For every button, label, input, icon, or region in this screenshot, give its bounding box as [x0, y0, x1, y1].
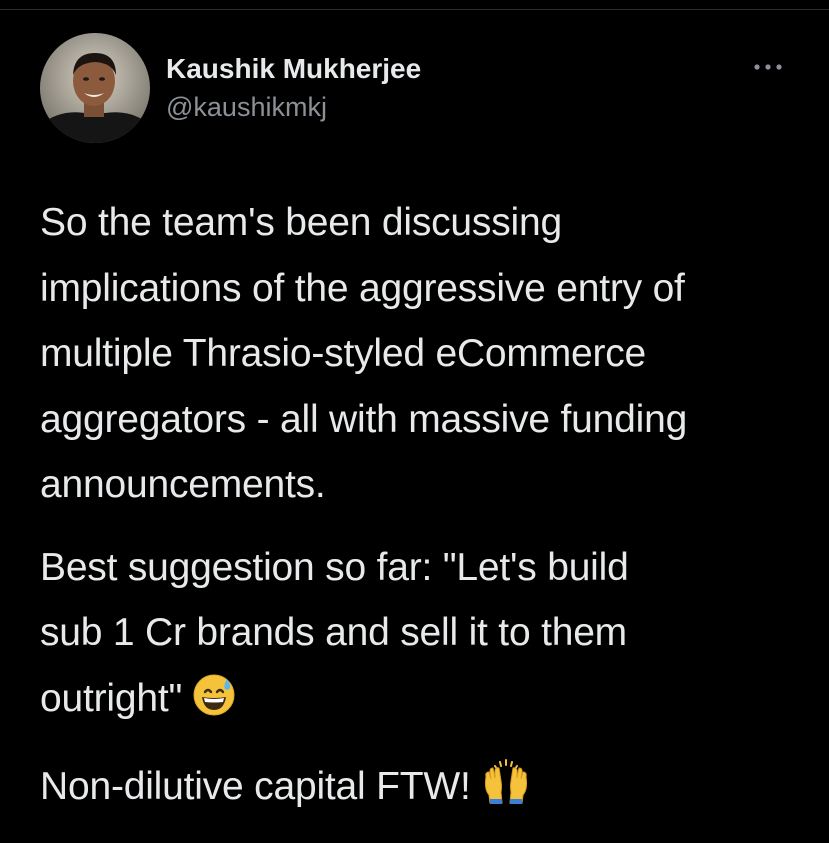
text-line: Non-dilutive capital FTW!: [40, 765, 471, 808]
text-line: announcements.: [40, 463, 326, 506]
tweet-text: So the team's been discussing implicatio…: [40, 190, 800, 826]
text-line: aggregators - all with massive funding: [40, 397, 688, 441]
author-handle[interactable]: @kaushikmkj: [166, 90, 421, 124]
grinning-face-with-sweat-icon: [192, 672, 236, 738]
tweet-paragraph-1: So the team's been discussing implicatio…: [40, 190, 800, 518]
author-info[interactable]: Kaushik Mukherjee @kaushikmkj: [166, 52, 421, 124]
text-line: multiple Thrasio-styled eCommerce: [40, 332, 647, 375]
text-line: implications of the aggressive entry of: [40, 266, 685, 310]
tweet-paragraph-2: Best suggestion so far: "Let's build sub…: [40, 535, 800, 738]
raising-hands-icon: [481, 759, 531, 826]
text-line: Best suggestion so far: "Let's build: [40, 545, 629, 589]
tweet-screen: Kaushik Mukherjee @kaushikmkj So the tea…: [0, 0, 829, 843]
text-line: outright": [40, 676, 183, 720]
top-divider: [0, 9, 829, 10]
text-line: sub 1 Cr brands and sell it to them: [40, 611, 627, 654]
avatar[interactable]: [40, 33, 150, 143]
tweet-paragraph-3: Non-dilutive capital FTW!: [40, 754, 800, 826]
text-line: So the team's been discussing: [40, 201, 562, 244]
more-options-button[interactable]: [748, 56, 788, 78]
ellipsis-icon: [754, 64, 782, 70]
author-display-name[interactable]: Kaushik Mukherjee: [166, 52, 421, 86]
